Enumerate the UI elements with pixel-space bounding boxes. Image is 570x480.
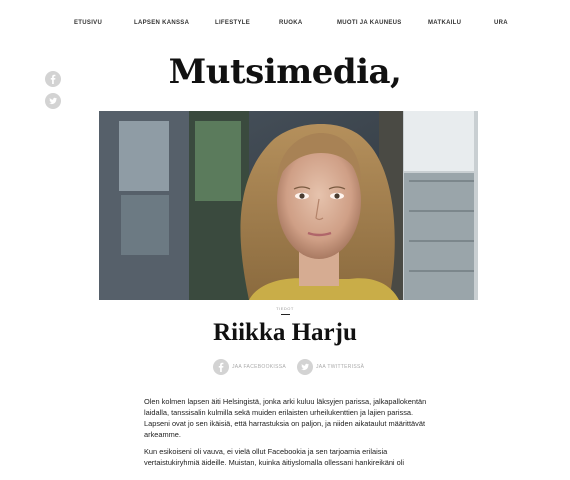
title-divider bbox=[281, 314, 290, 315]
main-navigation: ETUSIVU LAPSEN KANSSA LIFESTYLE RUOKA MU… bbox=[0, 20, 570, 32]
twitter-icon bbox=[301, 363, 309, 371]
author-photo bbox=[99, 111, 478, 300]
site-logo[interactable]: Mutsimedia, bbox=[0, 52, 570, 92]
article-paragraph: Kun esikoiseni oli vauva, ei vielä ollut… bbox=[144, 447, 405, 467]
nav-item-matkailu[interactable]: MATKAILU bbox=[428, 20, 461, 26]
twitter-icon bbox=[49, 97, 57, 105]
nav-item-ruoka[interactable]: RUOKA bbox=[279, 20, 303, 26]
twitter-circle bbox=[297, 359, 313, 375]
nav-item-etusivu[interactable]: ETUSIVU bbox=[74, 20, 102, 26]
nav-item-lifestyle[interactable]: LIFESTYLE bbox=[215, 20, 250, 26]
author-name-title: Riikka Harju bbox=[213, 319, 357, 346]
nav-item-ura[interactable]: URA bbox=[494, 20, 508, 26]
nav-item-lapsen-kanssa[interactable]: LAPSEN KANSSA bbox=[134, 20, 189, 26]
author-photo-image bbox=[99, 111, 478, 300]
twitter-share-button[interactable] bbox=[45, 93, 61, 109]
facebook-circle bbox=[213, 359, 229, 375]
facebook-icon bbox=[218, 362, 224, 372]
post-category: TIEDOT bbox=[276, 306, 294, 311]
article-body: Olen kolmen lapsen äiti Helsingistä, jon… bbox=[144, 396, 429, 474]
article-paragraph: Olen kolmen lapsen äiti Helsingistä, jon… bbox=[144, 397, 427, 439]
nav-item-muoti-ja-kauneus[interactable]: MUOTI JA KAUNEUS bbox=[337, 20, 402, 26]
share-facebook-label: JAA FACEBOOKISSA bbox=[232, 364, 286, 370]
share-twitter-label: JAA TWITTERISSÄ bbox=[316, 364, 365, 370]
